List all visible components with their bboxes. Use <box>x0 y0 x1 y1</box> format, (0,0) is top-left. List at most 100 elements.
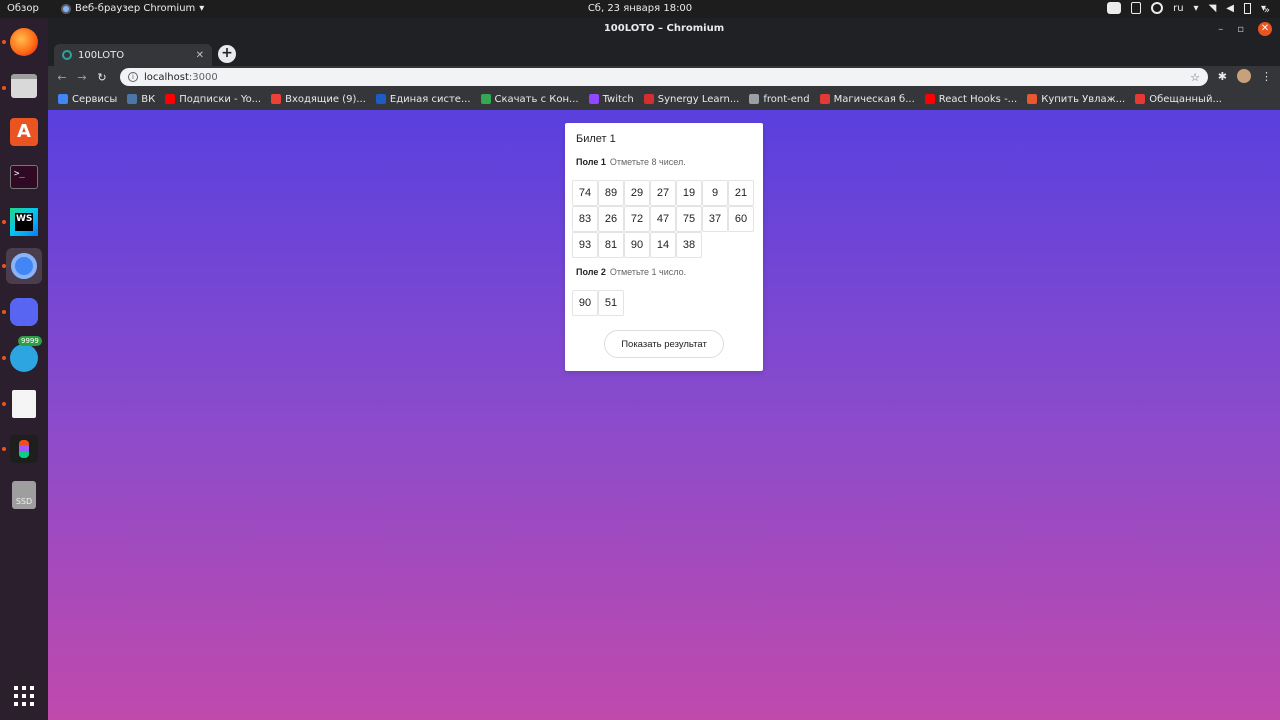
bookmarks-overflow-icon[interactable]: » <box>1264 5 1270 16</box>
bookmark-label: Synergy Learn... <box>657 93 740 105</box>
clipboard-icon[interactable] <box>1131 2 1142 14</box>
dock: A >_ WS 9999 SSD <box>0 18 48 720</box>
language-indicator[interactable]: ru <box>1173 3 1183 14</box>
number-cell[interactable]: 89 <box>598 180 624 206</box>
bookmark-favicon-icon <box>165 94 176 104</box>
address-bar[interactable]: i localhost:3000 ☆ <box>120 68 1208 86</box>
terminal-icon[interactable]: >_ <box>6 159 42 195</box>
extensions-icon[interactable]: ✱ <box>1218 70 1227 83</box>
wifi-icon[interactable]: ◥ <box>1209 3 1217 14</box>
number-cell[interactable]: 27 <box>650 180 676 206</box>
number-cell[interactable]: 74 <box>572 180 598 206</box>
number-cell[interactable]: 51 <box>598 290 624 316</box>
number-cell[interactable]: 93 <box>572 232 598 258</box>
volume-icon[interactable]: ◀ <box>1226 3 1234 14</box>
number-cell[interactable]: 90 <box>624 232 650 258</box>
running-indicator <box>2 40 6 44</box>
number-cell[interactable]: 47 <box>650 206 676 232</box>
bookmark-item[interactable]: React Hooks -... <box>924 94 1017 105</box>
field2-name: Поле 2 <box>576 267 606 277</box>
bookmark-item[interactable]: Единая систе... <box>375 93 471 105</box>
bookmark-label: Магическая б... <box>833 93 915 105</box>
tab-100loto[interactable]: 100LOTO ✕ <box>54 44 212 66</box>
menu-icon[interactable]: ⋮ <box>1261 70 1272 83</box>
bookmark-favicon-icon <box>643 94 654 104</box>
bookmark-item[interactable]: Входящие (9)... <box>271 94 366 105</box>
number-cell[interactable]: 90 <box>572 290 598 316</box>
number-cell[interactable]: 19 <box>676 180 702 206</box>
url-host: localhost <box>144 71 189 83</box>
number-cell[interactable]: 29 <box>624 180 650 206</box>
window-titlebar[interactable]: 100LOTO – Chromium – ▫ ✕ <box>48 18 1280 42</box>
number-cell[interactable]: 26 <box>598 206 624 232</box>
restore-button[interactable]: ▫ <box>1237 24 1244 35</box>
files-icon[interactable] <box>6 68 42 104</box>
webstorm-icon[interactable]: WS <box>6 204 42 240</box>
bookmark-item[interactable]: Synergy Learn... <box>643 93 740 105</box>
bookmark-item[interactable]: ВК <box>127 94 155 105</box>
bookmark-star-icon[interactable]: ☆ <box>1190 71 1200 84</box>
close-tab-icon[interactable]: ✕ <box>196 50 204 61</box>
running-indicator <box>2 86 6 90</box>
minimize-button[interactable]: – <box>1218 24 1223 35</box>
bookmark-favicon-icon <box>58 94 68 104</box>
bookmark-item[interactable]: Обещанный... <box>1135 94 1222 105</box>
ssd-drive-icon[interactable]: SSD <box>6 477 42 513</box>
show-result-button[interactable]: Показать результат <box>604 330 724 358</box>
bookmark-item[interactable]: Купить Увлаж... <box>1027 94 1125 105</box>
clock[interactable]: Сб, 23 января 18:00 <box>0 3 1280 14</box>
new-tab-button[interactable]: + <box>218 45 236 63</box>
number-cell[interactable]: 14 <box>650 232 676 258</box>
number-cell[interactable]: 81 <box>598 232 624 258</box>
software-center-icon[interactable]: A <box>6 114 42 150</box>
bookmark-item[interactable]: Twitch <box>588 94 634 105</box>
number-cell[interactable]: 75 <box>676 206 702 232</box>
running-indicator <box>2 310 6 314</box>
number-cell[interactable]: 38 <box>676 232 702 258</box>
number-cell[interactable]: 83 <box>572 206 598 232</box>
number-cell[interactable]: 72 <box>624 206 650 232</box>
chevron-down-icon: ▾ <box>1193 2 1199 14</box>
bookmark-item[interactable]: Магическая б... <box>819 93 915 105</box>
bookmark-item[interactable]: Скачать с Кон... <box>480 94 579 105</box>
site-info-icon[interactable]: i <box>128 72 138 82</box>
bookmark-favicon-icon <box>819 94 830 104</box>
number-cell[interactable]: 37 <box>702 206 728 232</box>
bookmark-label: Единая систе... <box>389 93 471 105</box>
firefox-icon[interactable] <box>6 24 42 60</box>
window-title: 100LOTO – Chromium <box>603 23 725 34</box>
profile-avatar[interactable] <box>1237 69 1251 83</box>
bookmark-item[interactable]: Сервисы <box>58 94 117 105</box>
close-window-button[interactable]: ✕ <box>1258 22 1272 36</box>
ticket-card: Билет 1 Поле 1 Отметьте 8 чисел. 74 89 29 27… <box>565 123 763 371</box>
running-indicator <box>2 447 6 451</box>
bookmark-favicon-icon <box>1027 94 1038 104</box>
forward-button[interactable]: → <box>72 71 92 84</box>
react-favicon-icon <box>62 50 72 60</box>
discord-icon[interactable] <box>6 294 42 330</box>
bookmark-label: front-end <box>763 93 810 105</box>
running-indicator <box>2 402 6 406</box>
reload-button[interactable]: ↻ <box>92 71 112 84</box>
figma-icon[interactable] <box>6 431 42 467</box>
number-cell[interactable]: 9 <box>702 180 728 206</box>
telegram-icon[interactable]: 9999 <box>6 336 42 376</box>
bookmark-favicon-icon <box>749 94 760 104</box>
app-grid-icon[interactable] <box>6 678 42 714</box>
text-editor-icon[interactable] <box>6 386 42 422</box>
chromium-dock-icon[interactable] <box>6 248 42 284</box>
system-tray[interactable]: ru ▾ ◥ ◀ ▾ <box>1107 2 1266 14</box>
number-cell[interactable]: 21 <box>728 180 754 206</box>
number-cell[interactable]: 60 <box>728 206 754 232</box>
bookmark-label: Купить Увлаж... <box>1041 93 1126 105</box>
bookmark-item[interactable]: Подписки - Yo... <box>165 94 261 105</box>
battery-icon[interactable] <box>1243 2 1251 14</box>
back-button[interactable]: ← <box>52 71 72 84</box>
discord-tray-icon[interactable] <box>1107 2 1122 14</box>
bookmark-item[interactable]: front-end <box>749 93 810 105</box>
bookmark-favicon-icon <box>375 94 386 104</box>
bookmark-favicon-icon <box>271 94 282 104</box>
bookmark-favicon-icon <box>1135 94 1146 104</box>
bookmark-favicon-icon <box>588 94 599 104</box>
chromium-tray-icon[interactable] <box>1151 2 1164 14</box>
